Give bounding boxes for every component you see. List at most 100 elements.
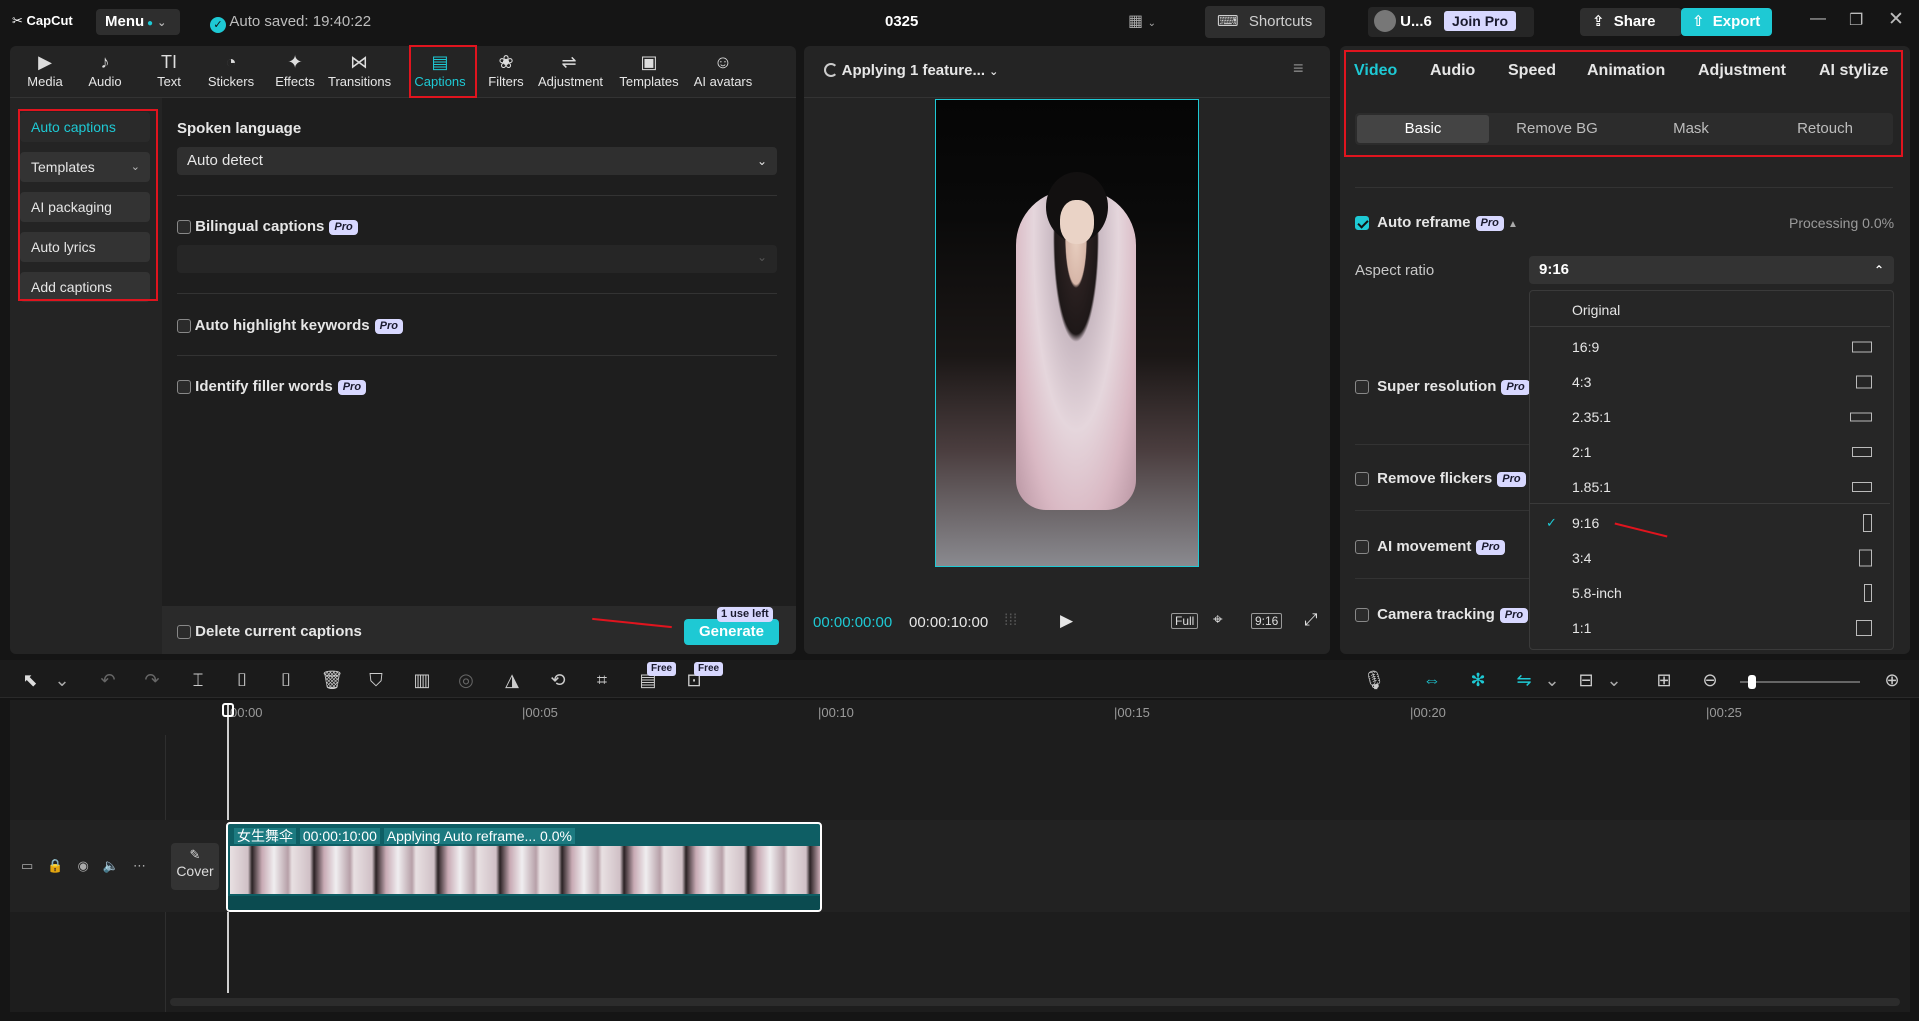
ratio-option[interactable]: 3:4 bbox=[1530, 541, 1890, 575]
property-tab-animation[interactable]: Animation bbox=[1587, 62, 1665, 80]
player-menu-icon[interactable]: ≡ bbox=[1293, 58, 1304, 79]
ratio-option[interactable]: 2.35:1 bbox=[1530, 400, 1890, 434]
highlight-checkbox[interactable] bbox=[177, 319, 191, 334]
property-subtab-basic[interactable]: Basic bbox=[1357, 115, 1489, 143]
export-button[interactable]: ⇧ Export bbox=[1681, 8, 1772, 36]
tool-tab-audio[interactable]: ♪ Audio bbox=[74, 50, 136, 89]
microphone-icon[interactable]: 🎙 bbox=[1362, 670, 1386, 691]
camera-tracking-row[interactable]: Camera tracking Pro bbox=[1355, 606, 1529, 623]
auto-reframe-row[interactable]: Auto reframe Pro ▲ bbox=[1355, 214, 1518, 231]
property-tab-ai-stylize[interactable]: AI stylize bbox=[1819, 62, 1888, 80]
marker-icon[interactable]: ⛉ bbox=[364, 670, 388, 691]
speed-icon[interactable]: ◎ bbox=[454, 670, 478, 691]
close-icon[interactable]: ✕ bbox=[1888, 8, 1904, 31]
ratio-option[interactable]: 2:1 bbox=[1530, 435, 1890, 469]
freeze-icon[interactable]: ▥ bbox=[410, 670, 434, 691]
zoom-in-icon[interactable]: ⊕ bbox=[1880, 670, 1904, 691]
camera-tracking-checkbox[interactable] bbox=[1355, 608, 1369, 623]
bilingual-captions-row[interactable]: Bilingual captions Pro bbox=[177, 218, 358, 235]
chevron-down-icon[interactable]: ⌄ bbox=[1602, 670, 1626, 691]
menu-button[interactable]: Menu ● ⌄ bbox=[96, 9, 180, 35]
tool-tab-adjustment[interactable]: ⇌ Adjustment bbox=[538, 50, 603, 89]
chevron-down-icon[interactable]: ⌄ bbox=[50, 670, 74, 691]
bilingual-language-select[interactable]: ⌄ bbox=[177, 245, 777, 273]
ai-movement-checkbox[interactable] bbox=[1355, 540, 1369, 555]
play-button[interactable]: ▶ bbox=[1060, 611, 1073, 631]
tool-tab-effects[interactable]: ✦ Effects bbox=[264, 50, 326, 89]
sidebar-item-auto-lyrics[interactable]: Auto lyrics bbox=[20, 232, 150, 262]
video-clip[interactable]: 女生舞伞 00:00:10:00 Applying Auto reframe..… bbox=[226, 822, 822, 912]
property-tab-audio[interactable]: Audio bbox=[1430, 62, 1475, 80]
fullscreen-icon[interactable]: ⤢ bbox=[1304, 610, 1318, 630]
delete-captions-row[interactable]: Delete current captions bbox=[177, 623, 362, 640]
tool-tab-filters[interactable]: ❀ Filters bbox=[475, 50, 537, 89]
ratio-button[interactable]: 9:16 bbox=[1251, 613, 1283, 629]
crop-icon[interactable]: ⌗ bbox=[590, 670, 614, 691]
highlight-keywords-row[interactable]: Auto highlight keywords Pro bbox=[177, 317, 403, 334]
mirror-icon[interactable]: ◮ bbox=[500, 670, 524, 691]
select-icon[interactable]: ⬉ bbox=[18, 670, 42, 691]
redo-icon[interactable]: ↷ bbox=[140, 670, 164, 691]
bilingual-checkbox[interactable] bbox=[177, 220, 191, 235]
ratio-option[interactable]: 4:3 bbox=[1530, 365, 1890, 399]
full-button[interactable]: Full bbox=[1171, 613, 1199, 629]
track-icon[interactable]: ▭ bbox=[21, 858, 47, 873]
property-subtab-remove-bg[interactable]: Remove BG bbox=[1491, 115, 1623, 143]
preview-axis-icon[interactable]: ⊟ bbox=[1574, 670, 1598, 691]
zoom-slider-handle[interactable] bbox=[1748, 675, 1756, 689]
ratio-option[interactable]: 5.8-inch bbox=[1530, 576, 1890, 610]
volume-icon[interactable]: 🔈 bbox=[103, 858, 133, 873]
aspect-ratio-select[interactable]: 9:16 ⌃ bbox=[1529, 256, 1894, 284]
shortcuts-button[interactable]: ⌨ Shortcuts bbox=[1205, 6, 1325, 38]
tool-tab-media[interactable]: ▶ Media bbox=[14, 50, 76, 89]
filler-words-row[interactable]: Identify filler words Pro bbox=[177, 378, 367, 395]
property-subtab-retouch[interactable]: Retouch bbox=[1759, 115, 1891, 143]
tool-tab-stickers[interactable]: ◔ Stickers bbox=[200, 50, 262, 89]
ratio-option[interactable]: 1:1 bbox=[1530, 611, 1890, 645]
property-tab-speed[interactable]: Speed bbox=[1508, 62, 1556, 80]
sidebar-item-templates[interactable]: Templates ⌄ bbox=[20, 152, 150, 182]
ratio-option[interactable]: 1.85:1 bbox=[1530, 470, 1890, 504]
zoom-slider[interactable] bbox=[1740, 675, 1860, 689]
share-button[interactable]: ⇪ Share bbox=[1580, 8, 1682, 36]
tool-tab-templates[interactable]: ▣ Templates bbox=[618, 50, 680, 89]
magnet-icon[interactable]: ✻ bbox=[1466, 670, 1490, 691]
link-icon[interactable]: ⇔ bbox=[1420, 670, 1444, 691]
generate-button[interactable]: Generate bbox=[684, 619, 779, 645]
tool-tab-captions[interactable]: ▤ Captions bbox=[409, 50, 471, 89]
minimize-icon[interactable]: — bbox=[1810, 10, 1826, 28]
lock-icon[interactable]: 🔒 bbox=[47, 858, 77, 873]
remove-flickers-checkbox[interactable] bbox=[1355, 472, 1369, 487]
super-resolution-row[interactable]: Super resolution Pro bbox=[1355, 378, 1530, 395]
ratio-option[interactable]: 16:9 bbox=[1530, 330, 1890, 364]
zoom-fit-icon[interactable]: ⌖ bbox=[1213, 610, 1223, 630]
tool-tab-ai-avatars[interactable]: ☺ AI avatars bbox=[692, 50, 754, 89]
eye-icon[interactable]: ◉ bbox=[77, 858, 102, 873]
remove-flickers-row[interactable]: Remove flickers Pro bbox=[1355, 470, 1526, 487]
join-pro-button[interactable]: Join Pro bbox=[1444, 11, 1517, 31]
split-left-icon[interactable]: ⌷ bbox=[230, 670, 254, 691]
property-tab-adjustment[interactable]: Adjustment bbox=[1698, 62, 1786, 80]
rotate-icon[interactable]: ⟲ bbox=[546, 670, 570, 691]
filler-checkbox[interactable] bbox=[177, 380, 191, 395]
sidebar-item-auto-captions[interactable]: Auto captions bbox=[20, 112, 150, 142]
zoom-out-icon[interactable]: ⊖ bbox=[1698, 670, 1722, 691]
spoken-language-select[interactable]: Auto detect ⌄ bbox=[177, 147, 777, 175]
more-icon[interactable]: ⋯ bbox=[133, 858, 160, 873]
cover-button[interactable]: ✎ Cover bbox=[171, 843, 219, 890]
timeline-fit-icon[interactable]: ⊞ bbox=[1652, 670, 1676, 691]
delete-icon[interactable]: 🗑 bbox=[320, 670, 344, 691]
horizontal-scrollbar[interactable] bbox=[170, 998, 1900, 1006]
property-tab-video[interactable]: Video bbox=[1354, 62, 1397, 80]
ratio-option[interactable]: Original bbox=[1530, 293, 1890, 327]
user-account[interactable]: U...6 Join Pro bbox=[1368, 7, 1534, 37]
tool-tab-text[interactable]: TI Text bbox=[138, 50, 200, 89]
chevron-up-icon[interactable]: ▲ bbox=[1508, 219, 1518, 230]
project-title[interactable]: 0325 bbox=[885, 13, 918, 30]
property-subtab-mask[interactable]: Mask bbox=[1625, 115, 1757, 143]
tool-tab-transitions[interactable]: ⋈ Transitions bbox=[328, 50, 391, 89]
super-resolution-checkbox[interactable] bbox=[1355, 380, 1369, 395]
sidebar-item-add-captions[interactable]: Add captions bbox=[20, 272, 150, 302]
split-right-icon[interactable]: ⌷ bbox=[274, 670, 298, 691]
maximize-icon[interactable]: ❐ bbox=[1849, 10, 1863, 30]
